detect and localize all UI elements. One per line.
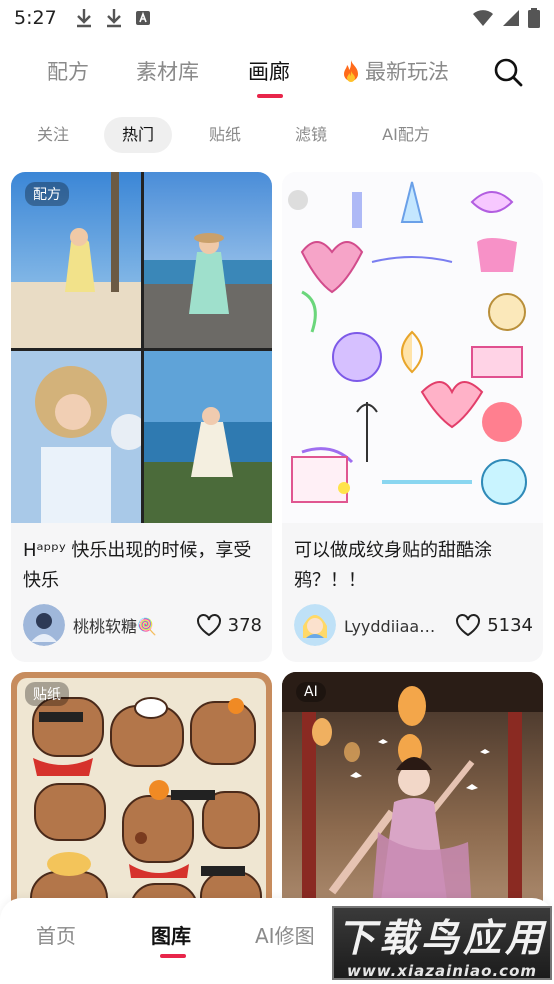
tab-gallery[interactable]: 画廊 bbox=[248, 56, 290, 86]
like-button[interactable]: 378 bbox=[196, 613, 262, 637]
battery-icon bbox=[528, 8, 540, 28]
author-name[interactable]: 桃桃软糖🍭 bbox=[73, 613, 190, 637]
card-badge: 贴纸 bbox=[25, 682, 69, 706]
subtab-following[interactable]: 关注 bbox=[22, 117, 84, 153]
signal-icon bbox=[503, 10, 519, 26]
avatar[interactable] bbox=[294, 604, 336, 646]
download-icon bbox=[76, 9, 91, 28]
heart-icon bbox=[456, 614, 481, 637]
like-button[interactable]: 5134 bbox=[455, 613, 533, 637]
like-count: 5134 bbox=[487, 614, 533, 636]
doodle-sticker-image bbox=[282, 172, 543, 523]
card-footer: Lyyddiiaa莉... 5134 bbox=[294, 604, 533, 646]
subtab-ai-recipe[interactable]: AI配方 bbox=[368, 117, 444, 153]
card-image bbox=[282, 172, 543, 523]
beach-collage-image bbox=[11, 172, 272, 523]
gallery-card[interactable]: 配方 Hᵃᵖᵖʸ 快乐出现的时候，享受快乐 桃桃软糖🍭 378 bbox=[11, 172, 272, 662]
card-image: 配方 bbox=[11, 172, 272, 523]
card-badge: AI bbox=[296, 682, 326, 702]
search-icon[interactable] bbox=[492, 56, 524, 88]
card-footer: 桃桃软糖🍭 378 bbox=[23, 604, 262, 646]
notification-icons bbox=[75, 8, 151, 28]
system-icons bbox=[472, 8, 540, 28]
nav-ai-retouch[interactable]: AI修图 bbox=[255, 920, 315, 949]
wifi-icon bbox=[473, 10, 493, 26]
top-tab-bar: 配方 素材库 画廊 最新玩法 bbox=[0, 50, 554, 100]
active-nav-indicator bbox=[160, 954, 186, 958]
tab-latest-play-label: 最新玩法 bbox=[365, 60, 449, 84]
active-tab-indicator bbox=[257, 94, 283, 98]
watermark-main: 下载鸟应用 bbox=[336, 915, 547, 960]
author-name[interactable]: Lyyddiiaa莉... bbox=[344, 613, 449, 637]
subtab-hot[interactable]: 热门 bbox=[104, 117, 172, 153]
tab-recipe[interactable]: 配方 bbox=[47, 56, 89, 86]
gallery-card[interactable]: 可以做成纹身贴的甜酷涂鸦？！！ Lyyddiiaa莉... 5134 bbox=[282, 172, 543, 662]
card-title: Hᵃᵖᵖʸ 快乐出现的时候，享受快乐 bbox=[23, 540, 252, 591]
status-bar: 5:27 bbox=[0, 0, 554, 36]
nav-home[interactable]: 首页 bbox=[36, 920, 76, 949]
subtab-stickers[interactable]: 贴纸 bbox=[194, 117, 256, 153]
tab-material-library[interactable]: 素材库 bbox=[136, 56, 199, 86]
download-icon bbox=[106, 9, 121, 28]
card-badge: 配方 bbox=[25, 182, 69, 206]
card-title: 可以做成纹身贴的甜酷涂鸦？！！ bbox=[294, 540, 492, 591]
app-notification-icon bbox=[135, 11, 150, 25]
avatar[interactable] bbox=[23, 604, 65, 646]
watermark-logo: 下载鸟应用 www.xiazainiao.com bbox=[332, 906, 552, 980]
heart-icon bbox=[196, 614, 221, 637]
fire-icon bbox=[344, 60, 358, 82]
like-count: 378 bbox=[227, 614, 262, 636]
tab-latest-play[interactable]: 最新玩法 bbox=[340, 56, 449, 86]
watermark-url: www.xiazainiao.com bbox=[346, 961, 538, 980]
subtab-filters[interactable]: 滤镜 bbox=[280, 117, 342, 153]
nav-gallery[interactable]: 图库 bbox=[151, 920, 191, 949]
status-time: 5:27 bbox=[14, 7, 57, 29]
